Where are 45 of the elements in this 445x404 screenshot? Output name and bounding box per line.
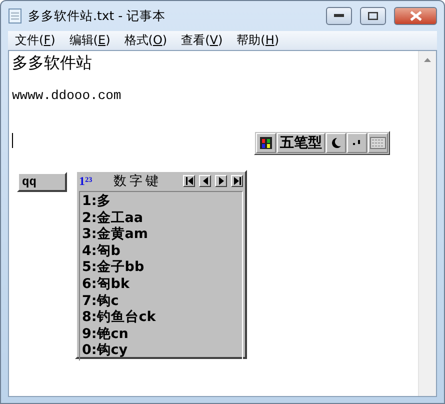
candidate-item[interactable]: 1:多	[82, 193, 240, 210]
candidate-item[interactable]: 2:金工aa	[82, 210, 240, 226]
maximize-icon	[368, 12, 378, 20]
candidate-item[interactable]: 3:金黄am	[82, 226, 240, 243]
previous-page-icon	[202, 177, 208, 185]
next-page-icon	[218, 177, 224, 185]
notepad-icon	[8, 8, 22, 24]
candidate-item[interactable]: 7:钩c	[82, 292, 240, 310]
page-nav-button[interactable]	[199, 175, 211, 187]
menu-item[interactable]: 帮助(H)	[230, 32, 286, 49]
text-line: 多多软件站	[12, 53, 93, 74]
candidate-item[interactable]: 0:钩cy	[82, 342, 240, 359]
menu-item[interactable]: 查看(V)	[174, 32, 230, 49]
page-nav-button[interactable]	[231, 175, 243, 187]
input-mode-button[interactable]: 五笔型	[277, 133, 325, 153]
candidate-item[interactable]: 5:金子bb	[82, 259, 240, 276]
minimize-icon	[334, 14, 344, 18]
page-nav-button[interactable]	[215, 175, 227, 187]
menu-item[interactable]: 文件(F)	[8, 32, 62, 49]
close-icon	[410, 11, 422, 21]
maximize-button[interactable]	[360, 7, 386, 25]
window-title: 多多软件站.txt - 记事本	[28, 8, 167, 24]
minimize-button[interactable]	[326, 7, 352, 25]
last-page-icon	[234, 177, 240, 185]
keyboard-icon[interactable]	[368, 133, 388, 153]
candidate-item[interactable]: 4:匌b	[82, 242, 240, 260]
moon-icon[interactable]	[326, 133, 346, 153]
scroll-bar[interactable]	[418, 51, 436, 396]
page-nav-button[interactable]	[183, 175, 195, 187]
composition-field: qq	[17, 172, 67, 192]
candidate-item[interactable]: 8:钓鱼台ck	[82, 309, 240, 326]
text-area[interactable]: 多多软件站 wwww.ddooo.com 五笔型 qq 1²³ 数字键 1:多 2:金工aa 3:金黄am 4:匌b 5:金子bb 6:匌bk 7:钩c 8:钓鱼台ck 9:铯cn 0:钩cy	[8, 50, 437, 397]
ime-logo-icon[interactable]	[256, 133, 276, 153]
text-line: wwww.ddooo.com	[12, 88, 122, 103]
punctuation-icon[interactable]	[347, 133, 367, 153]
candidate-item[interactable]: 9:铯cn	[82, 326, 240, 342]
menu-item[interactable]: 格式(O)	[117, 32, 174, 49]
close-button[interactable]	[394, 7, 437, 25]
menu-item[interactable]: 编辑(E)	[62, 32, 118, 49]
scroll-up-icon[interactable]	[424, 58, 431, 62]
candidate-logo: 1²³	[79, 174, 92, 188]
first-page-icon	[186, 177, 192, 185]
candidate-item[interactable]: 6:匌bk	[82, 276, 240, 293]
text-cursor	[12, 133, 13, 148]
candidate-title: 数字键	[112, 173, 163, 190]
